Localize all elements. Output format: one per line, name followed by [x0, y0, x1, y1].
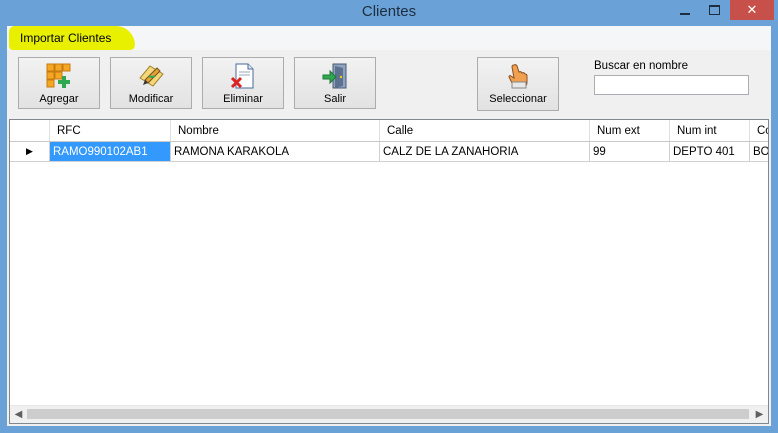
client-area: Importar Clientes Agregar Modificar Elim…	[7, 26, 771, 426]
cell-co[interactable]: BO	[750, 142, 768, 162]
menu-importar-clientes[interactable]: Importar Clientes	[9, 26, 136, 50]
maximize-icon	[708, 5, 720, 15]
row-indicator-icon[interactable]: ▶	[10, 142, 50, 162]
cell-calle[interactable]: CALZ DE LA ZANAHORIA	[380, 142, 590, 162]
scroll-thumb[interactable]	[27, 409, 749, 419]
search-name-input[interactable]	[594, 75, 749, 95]
close-button[interactable]: ✕	[730, 0, 774, 20]
delete-document-icon	[229, 62, 257, 90]
exit-door-icon	[321, 62, 349, 90]
seleccionar-button[interactable]: Seleccionar	[477, 57, 559, 111]
title-bar[interactable]: Clientes ✕	[0, 0, 778, 25]
close-icon: ✕	[746, 2, 758, 18]
salir-label: Salir	[323, 93, 346, 105]
column-header-nombre[interactable]: Nombre	[171, 120, 380, 141]
window-title: Clientes	[361, 3, 417, 20]
column-header-calle[interactable]: Calle	[380, 120, 590, 141]
agregar-button[interactable]: Agregar	[18, 57, 100, 109]
grid-header: RFC Nombre Calle Num ext Num int Co	[10, 120, 768, 142]
edit-pencil-icon	[137, 62, 165, 90]
cell-rfc[interactable]: RAMO990102AB1	[50, 142, 171, 162]
clientes-grid[interactable]: RFC Nombre Calle Num ext Num int Co ▶ RA…	[9, 119, 769, 424]
minimize-icon	[680, 13, 690, 15]
column-header-rfc[interactable]: RFC	[50, 120, 171, 141]
column-header-num-ext[interactable]: Num ext	[590, 120, 670, 141]
hand-pointer-icon	[504, 62, 532, 90]
maximize-button[interactable]	[700, 0, 728, 20]
clientes-window: Clientes ✕ Importar Clientes Agregar Mod…	[0, 0, 778, 433]
cell-num-int[interactable]: DEPTO 401	[670, 142, 750, 162]
scroll-right-icon[interactable]: ▶	[751, 406, 768, 423]
modificar-label: Modificar	[128, 93, 174, 105]
agregar-label: Agregar	[39, 93, 79, 105]
cell-nombre[interactable]: RAMONA KARAKOLA	[171, 142, 380, 162]
column-header-co[interactable]: Co	[750, 120, 768, 141]
header-corner[interactable]	[10, 120, 50, 141]
table-row[interactable]: ▶ RAMO990102AB1 RAMONA KARAKOLA CALZ DE …	[10, 142, 768, 162]
seleccionar-label: Seleccionar	[489, 93, 547, 105]
search-label: Buscar en nombre	[594, 60, 688, 72]
scroll-left-icon[interactable]: ◀	[10, 406, 27, 423]
eliminar-button[interactable]: Eliminar	[202, 57, 284, 109]
cell-num-ext[interactable]: 99	[590, 142, 670, 162]
salir-button[interactable]: Salir	[294, 57, 376, 109]
minimize-button[interactable]	[670, 0, 700, 20]
eliminar-label: Eliminar	[223, 93, 263, 105]
menu-bar: Importar Clientes	[7, 26, 771, 50]
modificar-button[interactable]: Modificar	[110, 57, 192, 109]
horizontal-scrollbar[interactable]: ◀ ▶	[10, 405, 768, 423]
column-header-num-int[interactable]: Num int	[670, 120, 750, 141]
add-grid-icon	[45, 62, 73, 90]
